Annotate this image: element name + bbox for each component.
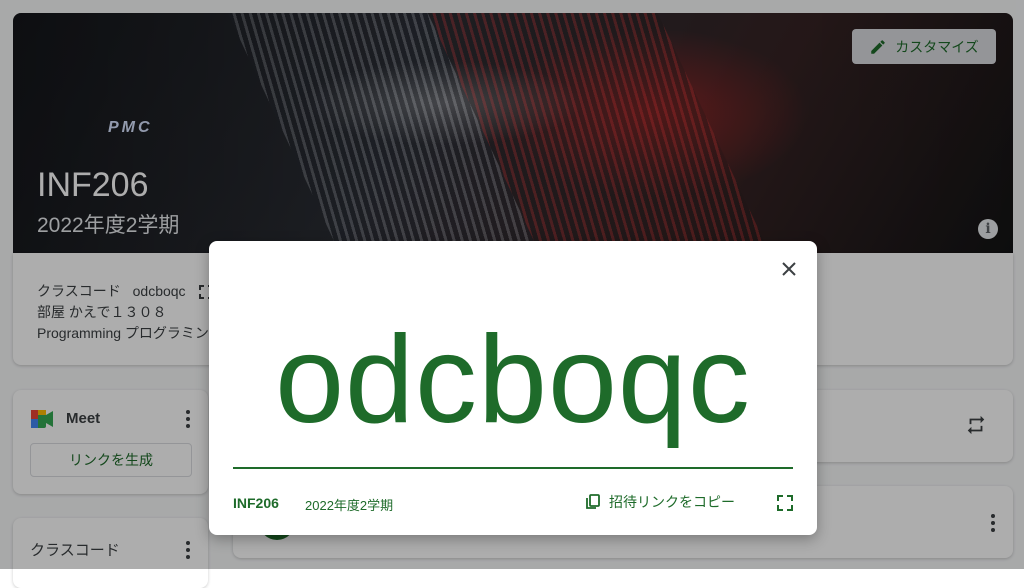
copy-invite-link-button[interactable]: 招待リンクをコピー [585,492,735,512]
copy-invite-label: 招待リンクをコピー [609,494,735,510]
class-code-display: odcboqc [275,311,751,449]
fullscreen-icon[interactable] [777,495,793,511]
copy-icon [586,494,600,509]
code-divider [233,467,793,469]
close-button[interactable] [775,255,803,283]
dialog-term: 2022年度2学期 [305,498,394,513]
class-code-dialog: odcboqc INF206 2022年度2学期 招待リンクをコピー [209,241,817,535]
dialog-class-name: INF206 [233,495,279,511]
close-icon [782,262,796,276]
